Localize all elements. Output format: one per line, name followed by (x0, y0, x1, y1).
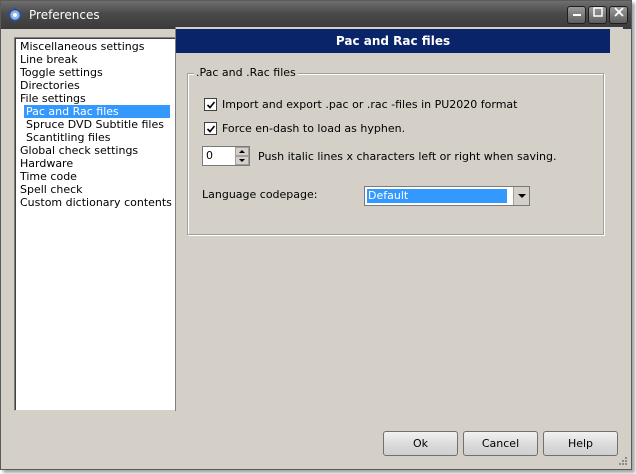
group-title: .Pac and .Rac files (194, 66, 298, 79)
window-title: Preferences (29, 8, 100, 22)
italic-push-stepper[interactable]: 0 (202, 146, 250, 166)
checkmark-icon (206, 124, 216, 133)
title-bar[interactable]: Preferences (1, 1, 631, 29)
codepage-label: Language codepage: (202, 188, 318, 201)
force-endash-label: Force en-dash to load as hyphen. (222, 122, 406, 135)
tree-item-toggle-settings[interactable]: Toggle settings (18, 66, 105, 79)
maximize-button[interactable] (588, 6, 607, 24)
resize-grip-icon[interactable] (618, 456, 628, 466)
minimize-button[interactable] (567, 6, 586, 24)
settings-panel: Pac and Rac files .Pac and .Rac files Im… (175, 27, 623, 411)
tree-item-time-code[interactable]: Time code (18, 170, 79, 183)
tree-item-file-settings[interactable]: File settings (18, 92, 88, 105)
tree-item-directories[interactable]: Directories (18, 79, 82, 92)
panel-header: Pac and Rac files (176, 29, 610, 53)
import-export-label: Import and export .pac or .rac -files in… (222, 98, 518, 111)
import-export-option[interactable]: Import and export .pac or .rac -files in… (204, 97, 518, 114)
minimize-icon (572, 14, 581, 16)
tree-item-line-break[interactable]: Line break (18, 53, 80, 66)
help-button[interactable]: Help (543, 431, 618, 456)
stepper-buttons (235, 147, 249, 165)
codepage-select[interactable]: Default (364, 186, 530, 206)
tree-item-spruce-dvd-subtitle-files[interactable]: Spruce DVD Subtitle files (24, 118, 166, 131)
cancel-button[interactable]: Cancel (463, 431, 538, 456)
italic-push-value[interactable]: 0 (206, 149, 213, 162)
settings-tree[interactable]: Miscellaneous settings Line break Toggle… (14, 37, 176, 411)
ok-button[interactable]: Ok (383, 431, 458, 456)
tree-item-custom-dictionary-contents[interactable]: Custom dictionary contents (18, 196, 174, 209)
tree-item-global-check-settings[interactable]: Global check settings (18, 144, 140, 157)
tree-item-spell-check[interactable]: Spell check (18, 183, 85, 196)
force-endash-checkbox[interactable] (204, 121, 217, 135)
close-icon (613, 7, 624, 17)
tree-item-pac-and-rac-files[interactable]: Pac and Rac files (24, 105, 170, 118)
italic-push-label: Push italic lines x characters left or r… (258, 150, 557, 163)
stepper-down-button[interactable] (235, 156, 249, 165)
gear-icon (7, 7, 23, 23)
chevron-down-icon[interactable] (513, 187, 529, 205)
tree-item-miscellaneous-settings[interactable]: Miscellaneous settings (18, 40, 146, 53)
checkmark-icon (206, 100, 216, 109)
force-endash-option[interactable]: Force en-dash to load as hyphen. (204, 121, 406, 138)
import-export-checkbox[interactable] (204, 97, 217, 111)
pac-rac-groupbox: .Pac and .Rac files Import and export .p… (187, 66, 604, 235)
maximize-icon (592, 7, 603, 17)
stepper-up-button[interactable] (235, 147, 249, 156)
close-button[interactable] (609, 6, 628, 24)
tree-item-scantitling-files[interactable]: Scantitling files (24, 131, 112, 144)
codepage-value: Default (367, 189, 507, 203)
preferences-window: Preferences Miscellaneous settings Line … (0, 0, 632, 470)
tree-item-hardware[interactable]: Hardware (18, 157, 75, 170)
